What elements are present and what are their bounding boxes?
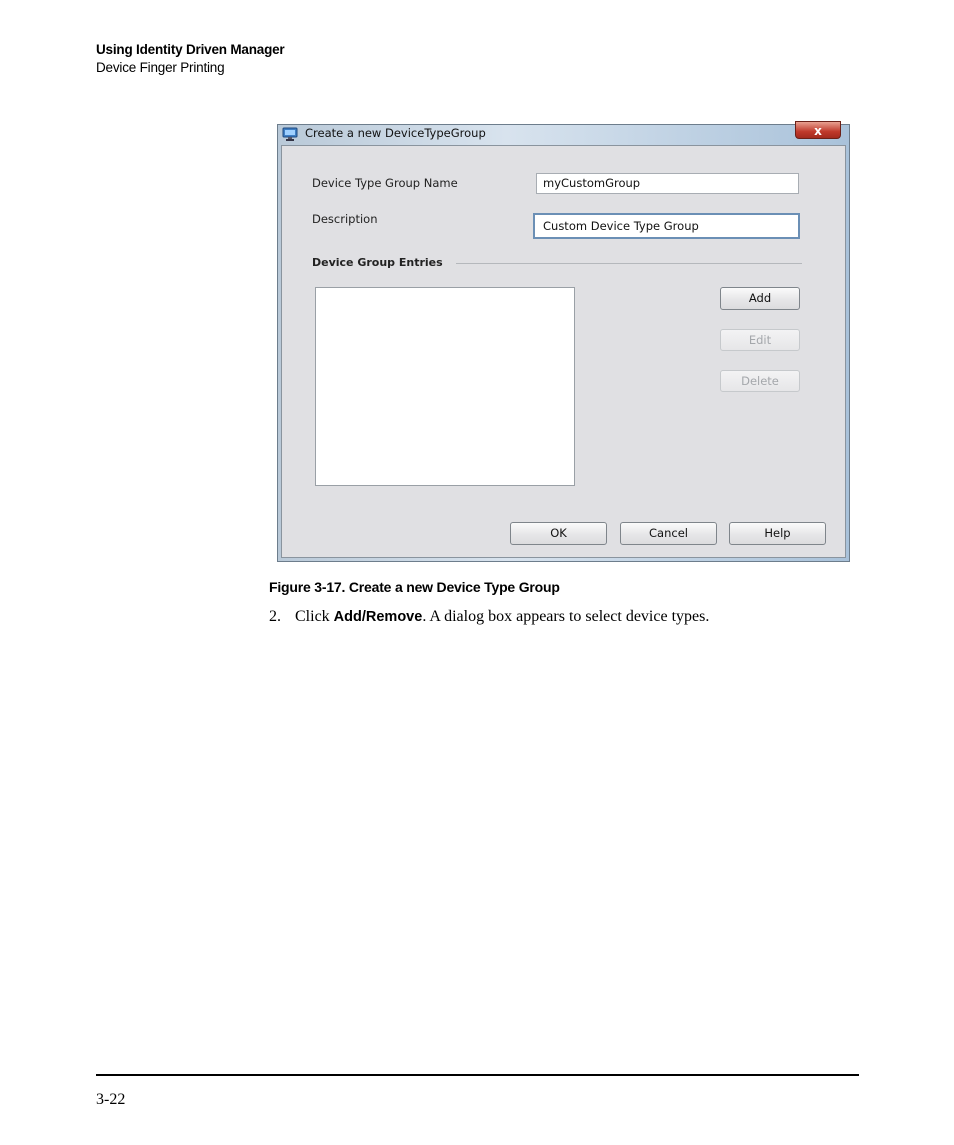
page-number: 3-22 [96, 1091, 126, 1108]
ok-button[interactable]: OK [510, 522, 607, 545]
dialog-title: Create a new DeviceTypeGroup [305, 126, 486, 140]
delete-button[interactable]: Delete [720, 370, 800, 392]
section-divider [456, 263, 802, 264]
help-button[interactable]: Help [729, 522, 826, 545]
create-device-type-group-dialog: Create a new DeviceTypeGroup x Device Ty… [277, 121, 850, 562]
edit-button[interactable]: Edit [720, 329, 800, 351]
dialog-titlebar[interactable]: Create a new DeviceTypeGroup x [278, 121, 849, 144]
figure-caption: Figure 3-17. Create a new Device Type Gr… [269, 579, 560, 595]
procedure-step: 2. Click Add/Remove. A dialog box appears… [269, 608, 709, 626]
device-type-group-name-input[interactable]: myCustomGroup [536, 173, 799, 194]
cancel-button[interactable]: Cancel [620, 522, 717, 545]
footer-rule [96, 1074, 859, 1076]
device-group-entries-list[interactable] [315, 287, 575, 486]
add-button[interactable]: Add [720, 287, 800, 310]
running-header-subtitle: Device Finger Printing [96, 60, 225, 75]
running-header-title: Using Identity Driven Manager [96, 42, 285, 57]
device-type-group-name-label: Device Type Group Name [312, 176, 458, 190]
step-number: 2. [269, 608, 281, 625]
close-button[interactable]: x [795, 121, 841, 139]
step-suffix: . A dialog box appears to select device … [422, 608, 710, 625]
step-prefix: Click [295, 608, 334, 625]
step-keyword: Add/Remove [333, 609, 423, 625]
dialog-client-area: Device Type Group Name myCustomGroup Des… [281, 145, 846, 558]
device-group-entries-label: Device Group Entries [312, 256, 443, 269]
computer-monitor-icon [282, 127, 298, 141]
description-label: Description [312, 212, 378, 226]
description-input[interactable]: Custom Device Type Group [533, 213, 800, 239]
